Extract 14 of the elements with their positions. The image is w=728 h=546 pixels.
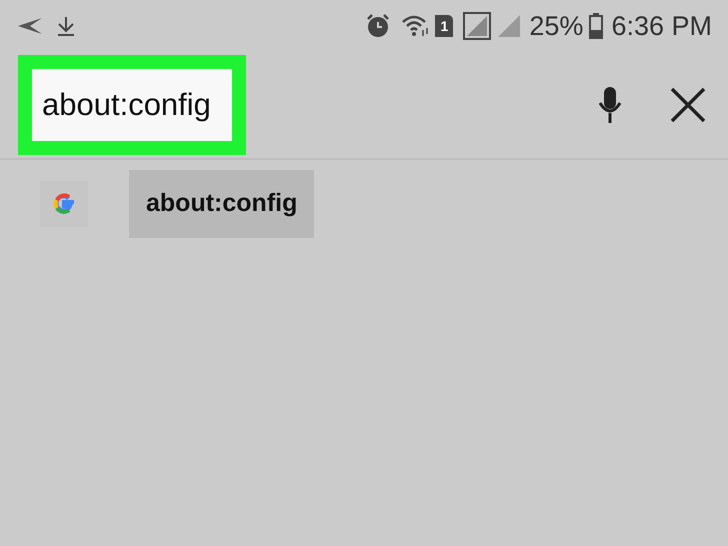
search-field[interactable]: about:config — [18, 55, 246, 155]
send-icon — [16, 16, 44, 36]
microphone-icon[interactable] — [598, 85, 622, 125]
battery-percentage: 25% — [529, 10, 584, 43]
close-icon[interactable] — [670, 87, 706, 123]
suggestion-chip[interactable]: about:config — [129, 170, 314, 238]
battery-icon — [589, 13, 604, 39]
download-icon — [56, 15, 76, 37]
google-logo-icon — [40, 181, 88, 227]
alarm-clock-icon — [365, 13, 392, 39]
signal-box-icon — [463, 12, 492, 40]
sim-badge: 1 — [435, 15, 454, 37]
clock-time: 6:36 PM — [611, 10, 712, 43]
signal-icon — [497, 14, 522, 38]
